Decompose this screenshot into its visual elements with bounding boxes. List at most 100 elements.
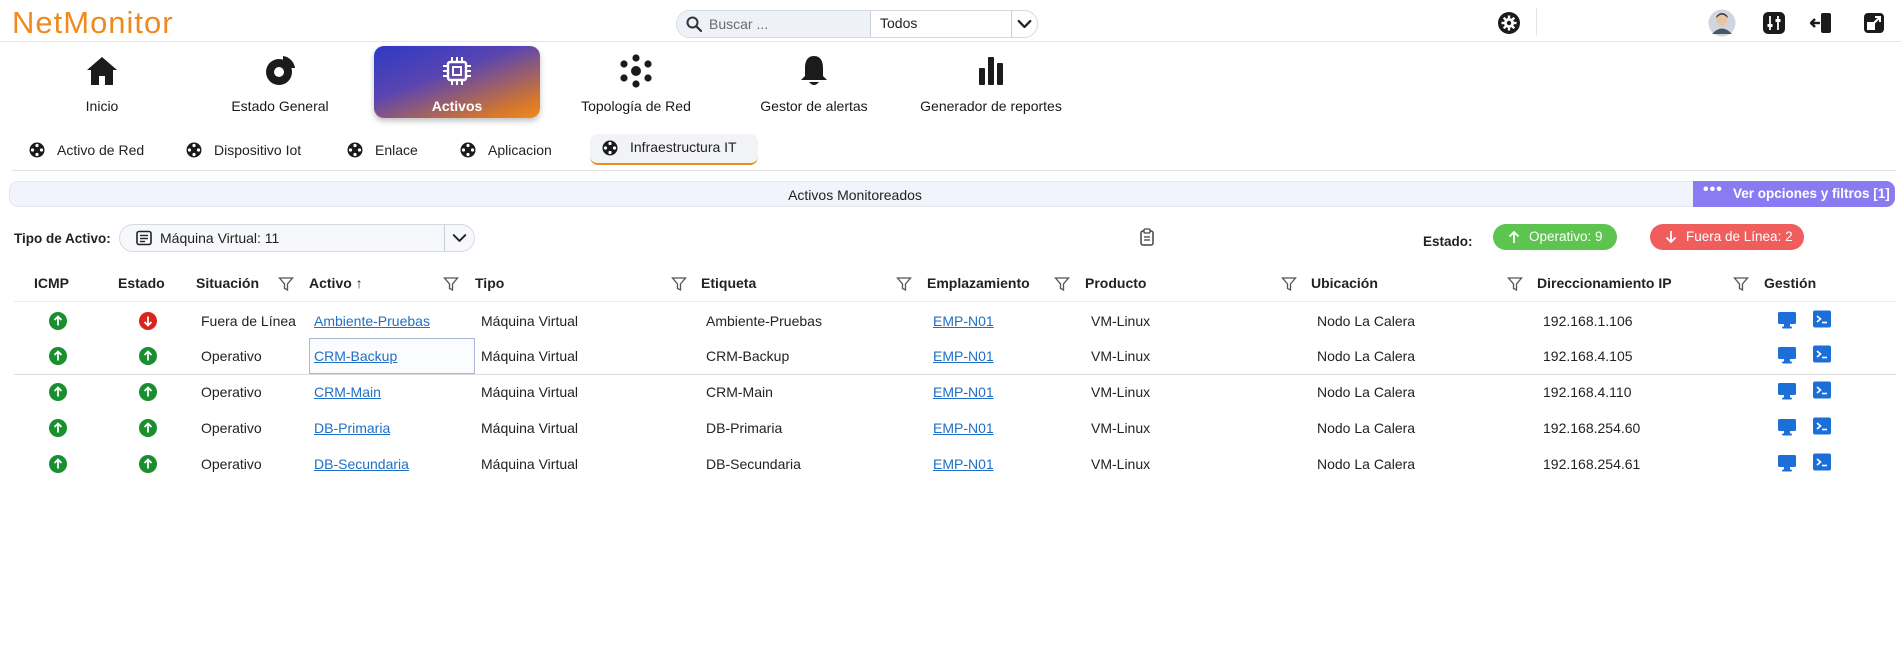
cell-activo-link[interactable]: CRM-Backup <box>314 348 397 364</box>
estado-down-icon <box>139 312 157 330</box>
remote-desktop-icon[interactable] <box>1777 454 1797 472</box>
arrow-down-icon <box>1665 231 1677 244</box>
cell-ubicacion: Nodo La Calera <box>1317 313 1416 329</box>
status-badge-operativo[interactable]: Operativo: 9 <box>1493 224 1617 250</box>
cell-emplazamiento-link[interactable]: EMP-N01 <box>933 313 994 329</box>
estado-up-icon <box>139 455 157 473</box>
cell-emplazamiento-link[interactable]: EMP-N01 <box>933 456 994 472</box>
column-header-ip[interactable]: Direccionamiento IP <box>1537 275 1672 291</box>
cell-emplazamiento-link[interactable]: EMP-N01 <box>933 348 994 364</box>
filter-icon[interactable] <box>1054 276 1070 292</box>
remote-desktop-icon[interactable] <box>1777 382 1797 400</box>
column-header-producto[interactable]: Producto <box>1085 275 1146 291</box>
cell-ubicacion: Nodo La Calera <box>1317 384 1416 400</box>
terminal-icon[interactable] <box>1812 310 1832 328</box>
nav-item-activos[interactable]: Activos <box>374 46 540 118</box>
cell-situacion: Operativo <box>201 384 262 400</box>
remote-desktop-icon[interactable] <box>1777 311 1797 329</box>
external-window-icon[interactable] <box>1862 11 1886 35</box>
subtab-dispositivo-iot[interactable]: Dispositivo Iot <box>186 136 316 164</box>
cell-producto: VM-Linux <box>1091 456 1151 472</box>
cell-activo-link[interactable]: CRM-Main <box>314 384 381 400</box>
cell-tipo: Máquina Virtual <box>481 420 579 436</box>
subtab-aplicacion[interactable]: Aplicacion <box>460 136 570 164</box>
cell-emplazamiento-link[interactable]: EMP-N01 <box>933 420 994 436</box>
column-header-icmp[interactable]: ICMP <box>34 275 69 291</box>
more-dots-icon: ••• <box>1703 181 1723 198</box>
cell-producto: VM-Linux <box>1091 420 1151 436</box>
subtab-label: Aplicacion <box>488 142 552 158</box>
asset-type-select[interactable]: Máquina Virtual: 11 <box>119 224 475 252</box>
cell-etiqueta: DB-Primaria <box>706 420 783 436</box>
subtab-activo-de-red[interactable]: Activo de Red <box>29 136 159 164</box>
nav-item-label: Gestor de alertas <box>760 98 868 114</box>
section-header: Activos Monitoreados ••• Ver opciones y … <box>9 181 1895 207</box>
icmp-up-icon <box>49 419 67 437</box>
icmp-up-icon <box>49 455 67 473</box>
cell-etiqueta: Ambiente-Pruebas <box>706 313 822 329</box>
logout-icon[interactable] <box>1809 11 1833 35</box>
chip-icon <box>443 57 471 85</box>
chevron-down-icon[interactable] <box>444 225 474 251</box>
avatar[interactable] <box>1708 9 1736 37</box>
cell-activo-link[interactable]: DB-Primaria <box>314 420 390 436</box>
settings-sliders-icon[interactable] <box>1762 11 1786 35</box>
filter-icon[interactable] <box>896 276 912 292</box>
cell-ubicacion: Nodo La Calera <box>1317 348 1416 364</box>
nav-item-alertas[interactable]: Gestor de alertas <box>731 46 897 118</box>
subtab-label: Infraestructura IT <box>630 139 737 155</box>
cell-etiqueta: CRM-Backup <box>706 348 790 364</box>
remote-desktop-icon[interactable] <box>1777 346 1797 364</box>
cell-activo-link[interactable]: Ambiente-Pruebas <box>314 313 430 329</box>
terminal-icon[interactable] <box>1812 417 1832 435</box>
search-field-container <box>677 11 871 37</box>
column-header-estado[interactable]: Estado <box>118 275 165 291</box>
cell-tipo: Máquina Virtual <box>481 348 579 364</box>
divider <box>12 170 1896 171</box>
clipboard-icon[interactable] <box>1139 228 1155 246</box>
filter-icon[interactable] <box>671 276 687 292</box>
divider <box>1536 8 1537 36</box>
filter-icon[interactable] <box>1281 276 1297 292</box>
status-badge-fuera-de-linea[interactable]: Fuera de Línea: 2 <box>1650 224 1804 250</box>
subtab-infraestructura-it[interactable]: Infraestructura IT <box>590 134 758 165</box>
terminal-icon[interactable] <box>1812 345 1832 363</box>
chevron-down-icon[interactable] <box>1011 11 1037 37</box>
nav-item-estado-general[interactable]: Estado General <box>197 46 363 118</box>
cell-situacion: Operativo <box>201 348 262 364</box>
cell-ip: 192.168.254.60 <box>1543 420 1641 436</box>
search-scope-select[interactable]: Todos <box>880 15 917 31</box>
column-header-situacion[interactable]: Situación <box>196 275 259 291</box>
column-header-activo[interactable]: Activo ↑ <box>309 275 363 291</box>
cell-emplazamiento-link[interactable]: EMP-N01 <box>933 384 994 400</box>
nav-item-label: Estado General <box>231 98 329 114</box>
terminal-icon[interactable] <box>1812 381 1832 399</box>
nav-item-label: Generador de reportes <box>920 98 1062 114</box>
app-logo[interactable]: NetMonitor <box>12 5 174 41</box>
nav-item-label: Activos <box>431 98 483 114</box>
bar-chart-icon <box>979 57 1003 85</box>
asset-type-value: Máquina Virtual: 11 <box>160 230 280 246</box>
column-header-tipo[interactable]: Tipo <box>475 275 504 291</box>
nav-item-reportes[interactable]: Generador de reportes <box>908 46 1074 118</box>
cell-ubicacion: Nodo La Calera <box>1317 456 1416 472</box>
cell-situacion: Operativo <box>201 456 262 472</box>
search-input[interactable] <box>709 14 867 34</box>
column-header-etiqueta[interactable]: Etiqueta <box>701 275 756 291</box>
remote-desktop-icon[interactable] <box>1777 418 1797 436</box>
column-header-ubicacion[interactable]: Ubicación <box>1311 275 1378 291</box>
filter-icon[interactable] <box>278 276 294 292</box>
terminal-icon[interactable] <box>1812 453 1832 471</box>
filter-icon[interactable] <box>1507 276 1523 292</box>
filters-button[interactable]: ••• Ver opciones y filtros [1] <box>1693 181 1895 207</box>
filter-icon[interactable] <box>1733 276 1749 292</box>
cell-activo-link[interactable]: DB-Secundaria <box>314 456 409 472</box>
filter-icon[interactable] <box>443 276 459 292</box>
gear-icon[interactable] <box>1497 11 1521 35</box>
column-header-emplazamiento[interactable]: Emplazamiento <box>927 275 1030 291</box>
cell-producto: VM-Linux <box>1091 313 1151 329</box>
nav-item-topologia[interactable]: Topología de Red <box>553 46 719 118</box>
cell-producto: VM-Linux <box>1091 384 1151 400</box>
subtab-enlace[interactable]: Enlace <box>347 136 437 164</box>
nav-item-inicio[interactable]: Inicio <box>19 46 185 118</box>
